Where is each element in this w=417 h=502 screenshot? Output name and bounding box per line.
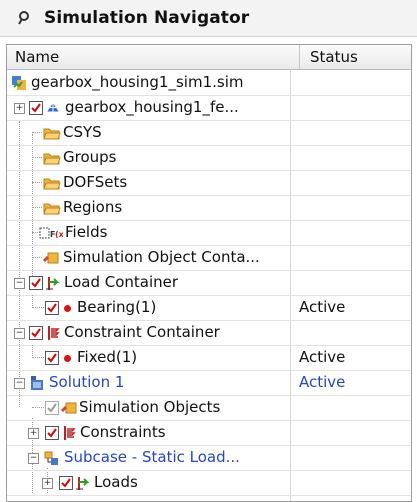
expand-icon[interactable]: +	[14, 103, 25, 114]
tree-row-fixed[interactable]: Fixed(1) Active	[7, 345, 411, 371]
fem-mesh-icon	[45, 100, 61, 116]
load-icon	[75, 475, 91, 491]
navigator-tree: Name Status gearbox_housing1_sim1.sim +	[6, 44, 412, 502]
tree-item-label: Subcase - Static Load...	[64, 448, 240, 466]
column-header-name[interactable]: Name	[15, 45, 59, 69]
checkbox-checked-disabled[interactable]	[45, 401, 59, 415]
simulation-object-icon	[42, 250, 59, 266]
tree-row-solution-1[interactable]: − Solution 1 Active	[7, 370, 411, 396]
checkbox-checked[interactable]	[45, 351, 59, 365]
folder-icon	[43, 125, 61, 141]
tree-row-dofsets[interactable]: DOFSets	[7, 170, 411, 196]
expand-icon[interactable]: +	[42, 478, 53, 489]
tree-row-sim-file[interactable]: gearbox_housing1_sim1.sim	[7, 70, 411, 96]
tree-item-label: gearbox_housing1_sim1.sim	[31, 73, 244, 91]
folder-icon	[43, 200, 61, 216]
pin-icon[interactable]	[14, 8, 34, 28]
constraint-icon	[45, 325, 61, 341]
tree-row-groups[interactable]: Groups	[7, 145, 411, 171]
tree-item-label: Constraints	[80, 423, 166, 441]
sim-file-icon	[11, 75, 27, 91]
tree-item-label: Solution 1	[49, 373, 125, 391]
tree-item-label: Fields	[65, 223, 108, 241]
tree-row-csys[interactable]: CSYS	[7, 120, 411, 146]
tree-item-label: Fixed(1)	[77, 348, 138, 366]
folder-icon	[43, 175, 61, 191]
tree-row-simulation-objects[interactable]: Simulation Objects	[7, 395, 411, 421]
tree-row-subcase[interactable]: − Subcase - Static Load...	[7, 445, 411, 471]
checkbox-checked[interactable]	[29, 326, 43, 340]
collapse-icon[interactable]: −	[14, 278, 25, 289]
tree-item-status: Active	[299, 298, 346, 316]
solution-icon	[29, 375, 45, 391]
checkbox-checked[interactable]	[45, 426, 59, 440]
tree-item-label: Constraint Container	[64, 323, 220, 341]
tree-item-label: Loads	[94, 473, 138, 491]
constraint-marker-icon	[64, 355, 71, 362]
tree-row-regions[interactable]: Regions	[7, 195, 411, 221]
expand-icon[interactable]: +	[28, 428, 39, 439]
collapse-icon[interactable]: −	[28, 453, 39, 464]
tree-item-label: DOFSets	[63, 173, 128, 191]
checkbox-checked[interactable]	[59, 476, 73, 490]
tree-row-simulation-object-container[interactable]: Simulation Object Conta...	[7, 245, 411, 271]
column-header: Name Status	[7, 45, 411, 70]
tree-row-bearing[interactable]: Bearing(1) Active	[7, 295, 411, 321]
load-icon	[45, 275, 61, 291]
svg-text:(x): (x)	[55, 230, 63, 239]
simulation-object-icon	[60, 400, 77, 416]
tree-item-label: Simulation Object Conta...	[63, 248, 260, 266]
tree-item-status: Active	[299, 373, 346, 391]
fields-icon: F (x)	[39, 225, 67, 241]
subcase-icon	[44, 450, 60, 466]
collapse-icon[interactable]: −	[14, 378, 25, 389]
navigator-title-bar: Simulation Navigator	[0, 0, 417, 37]
tree-item-label: CSYS	[63, 123, 102, 141]
tree-row-constraint-container[interactable]: − Constraint Container	[7, 320, 411, 346]
tree-item-label: Groups	[63, 148, 117, 166]
tree-row-loads[interactable]: + Loads	[7, 470, 411, 496]
load-marker-icon	[64, 305, 71, 312]
tree-row-load-container[interactable]: − Load Container	[7, 270, 411, 296]
tree-item-label: Regions	[63, 198, 123, 216]
tree-row-fem[interactable]: + gearbox_housing1_fe...	[7, 95, 411, 121]
checkbox-checked[interactable]	[29, 101, 43, 115]
tree-item-label: Load Container	[64, 273, 179, 291]
collapse-icon[interactable]: −	[14, 328, 25, 339]
tree-row-fields[interactable]: F (x) Fields	[7, 220, 411, 246]
navigator-title: Simulation Navigator	[44, 8, 250, 28]
column-header-status[interactable]: Status	[299, 45, 410, 69]
checkbox-checked[interactable]	[29, 276, 43, 290]
tree-item-label: Bearing(1)	[77, 298, 157, 316]
tree-item-status: Active	[299, 348, 346, 366]
checkbox-checked[interactable]	[45, 301, 59, 315]
tree-row-constraints[interactable]: + Constraints	[7, 420, 411, 446]
tree-item-label: gearbox_housing1_fe...	[65, 98, 239, 116]
constraint-icon	[61, 425, 77, 441]
folder-icon	[43, 150, 61, 166]
tree-item-label: Simulation Objects	[79, 398, 221, 416]
